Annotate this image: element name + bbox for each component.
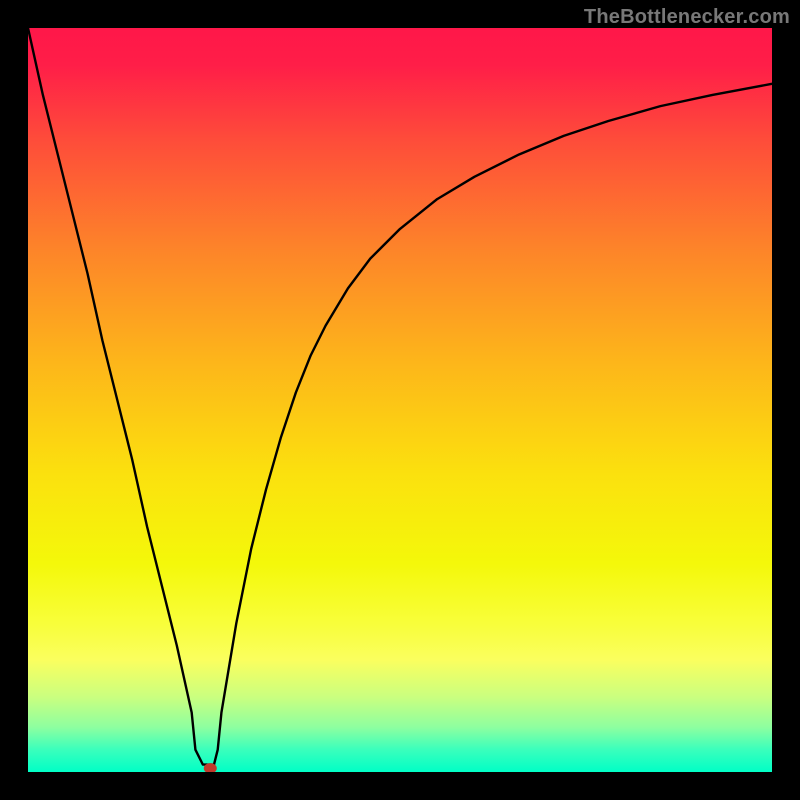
chart-container: TheBottlenecker.com [0, 0, 800, 800]
gradient-background [28, 28, 772, 772]
chart-svg [28, 28, 772, 772]
attribution-label: TheBottlenecker.com [584, 6, 790, 29]
